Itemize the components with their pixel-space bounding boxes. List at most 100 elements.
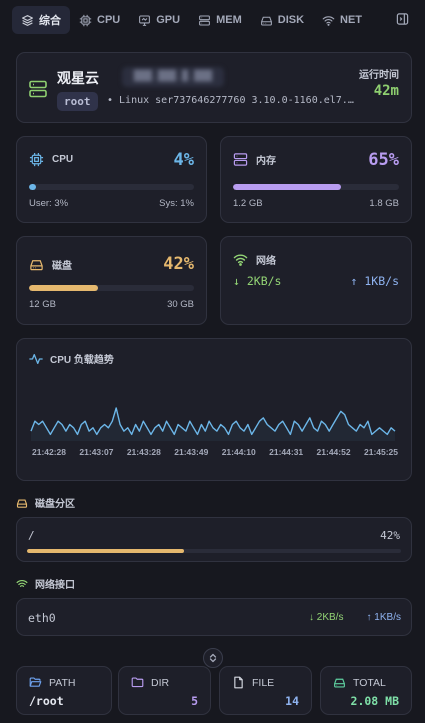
tab-label: DISK [277, 14, 305, 26]
file-icon [234, 676, 243, 689]
server-ip: ███.███.█.███ [122, 67, 224, 87]
activity-icon [29, 353, 43, 364]
system-info: • Linux ser737646277760 3.10.0-1160.el7.… [107, 95, 357, 106]
user-badge: root [57, 92, 98, 111]
folder-open-icon [29, 677, 42, 687]
disk-header: 磁盘 [29, 257, 72, 272]
network-interface-row[interactable]: eth0 ↓ 2KB/s ↑ 1KB/s [16, 598, 412, 636]
wifi-icon [16, 579, 28, 587]
cpu-card[interactable]: CPU 4% User: 3% Sys: 1% [16, 136, 207, 223]
cpu-sys: Sys: 1% [159, 198, 194, 209]
cpu-header: CPU [29, 152, 73, 167]
total-header: TOTAL [333, 676, 386, 689]
cpu-percent: 4% [173, 150, 194, 170]
interface-download: ↓ 2KB/s [309, 612, 344, 623]
layers-icon [22, 14, 33, 26]
x-tick-label: 21:44:10 [222, 447, 256, 457]
collapse-sidebar-button[interactable] [396, 12, 409, 26]
section-label: 网络接口 [35, 580, 75, 591]
total-label: TOTAL [353, 676, 386, 689]
cpu-icon [29, 152, 44, 167]
x-tick-label: 21:42:28 [32, 447, 66, 457]
server-icon [29, 80, 47, 98]
tab-overview[interactable]: 综合 [12, 6, 70, 34]
memory-icon [233, 153, 248, 166]
wifi-icon [322, 15, 335, 26]
tab-label: GPU [156, 14, 181, 26]
disk-icon [30, 260, 43, 271]
wifi-icon [233, 254, 248, 266]
memory-card[interactable]: 内存 65% 1.2 GB 1.8 GB [220, 136, 412, 223]
memory-header: 内存 [233, 152, 276, 167]
path-value: /root [29, 694, 64, 708]
tab-label: 综合 [39, 15, 61, 27]
server-name: 观星云 [57, 70, 99, 86]
memory-used: 1.2 GB [233, 198, 263, 209]
path-header: PATH [29, 676, 75, 689]
total-stat[interactable]: TOTAL 2.08 MB [320, 666, 412, 715]
section-label: 磁盘分区 [35, 499, 75, 510]
memory-total: 1.8 GB [369, 198, 399, 209]
folder-icon [131, 677, 144, 688]
disk-icon [16, 498, 28, 508]
file-value: 14 [285, 694, 299, 708]
x-tick-label: 21:43:07 [79, 447, 113, 457]
x-tick-label: 21:45:25 [364, 447, 398, 457]
disk-icon [260, 16, 272, 25]
network-card[interactable]: 网络 ↓ 2KB/s ↑ 1KB/s [220, 236, 412, 325]
partition-progress-bar [27, 549, 401, 553]
disk-total: 30 GB [167, 299, 194, 310]
memory-progress-bar [233, 184, 399, 190]
tab-mem[interactable]: MEM [189, 6, 251, 34]
path-label: PATH [49, 676, 76, 689]
uptime-value: 42m [373, 83, 399, 99]
memory-icon [199, 15, 210, 25]
partition-progress-fill [27, 549, 185, 553]
cpu-icon [79, 14, 92, 26]
dir-header: DIR [131, 676, 169, 689]
x-tick-label: 21:43:49 [174, 447, 208, 457]
total-value: 2.08 MB [350, 694, 399, 708]
tab-gpu[interactable]: GPU [129, 6, 189, 34]
tab-cpu[interactable]: CPU [70, 6, 129, 34]
dir-value: 5 [191, 694, 198, 708]
tab-label: MEM [216, 14, 242, 26]
uptime-label: 运行时间 [359, 70, 399, 81]
path-stat[interactable]: PATH /root [16, 666, 112, 715]
cpu-progress-fill [29, 184, 36, 190]
partition-percent: 42% [380, 529, 400, 542]
expand-toggle-button[interactable] [203, 648, 223, 668]
x-tick-label: 21:44:31 [269, 447, 303, 457]
drive-icon [334, 678, 345, 688]
memory-progress-fill [233, 184, 341, 190]
mount-point: / [28, 529, 35, 542]
cpu-trend-chart: CPU 负载趋势 21:42:28 21:43:07 21:43:28 21:43:4… [16, 338, 412, 481]
memory-percent: 65% [368, 150, 399, 170]
interface-upload: ↑ 1KB/s [366, 612, 401, 623]
disk-progress-bar [29, 285, 194, 291]
network-label: 网络 [256, 256, 276, 267]
file-stat[interactable]: FILE 14 [219, 666, 312, 715]
x-tick-label: 21:44:52 [317, 447, 351, 457]
chart-header: CPU 负载趋势 [29, 351, 114, 366]
disk-card[interactable]: 磁盘 42% 12 GB 30 GB [16, 236, 207, 325]
tab-disk[interactable]: DISK [251, 6, 313, 34]
cpu-user: User: 3% [29, 198, 69, 209]
chevron-up-down-icon [209, 653, 217, 663]
dir-stat[interactable]: DIR 5 [118, 666, 211, 715]
server-card: 观星云 ███.███.█.███ root • Linux ser737646… [16, 52, 412, 123]
network-upload: ↑ 1KB/s [350, 274, 399, 288]
cpu-line-chart: 21:42:28 21:43:07 21:43:28 21:43:49 21:44:10… [30, 407, 398, 457]
disk-percent: 42% [163, 254, 194, 274]
disk-partition-row[interactable]: / 42% [16, 517, 412, 562]
sidebar-toggle-icon [396, 13, 409, 25]
network-interfaces-title: 网络接口 [16, 576, 75, 591]
cpu-progress-bar [29, 184, 194, 190]
network-header: 网络 [233, 252, 276, 267]
network-download: ↓ 2KB/s [233, 274, 282, 288]
cpu-label: CPU [52, 154, 74, 165]
disk-label: 磁盘 [52, 261, 72, 272]
tab-net[interactable]: NET [313, 6, 371, 34]
chart-title: CPU 负载趋势 [50, 355, 114, 366]
tab-bar: 综合 CPU GPU MEM DISK NET [0, 0, 425, 40]
